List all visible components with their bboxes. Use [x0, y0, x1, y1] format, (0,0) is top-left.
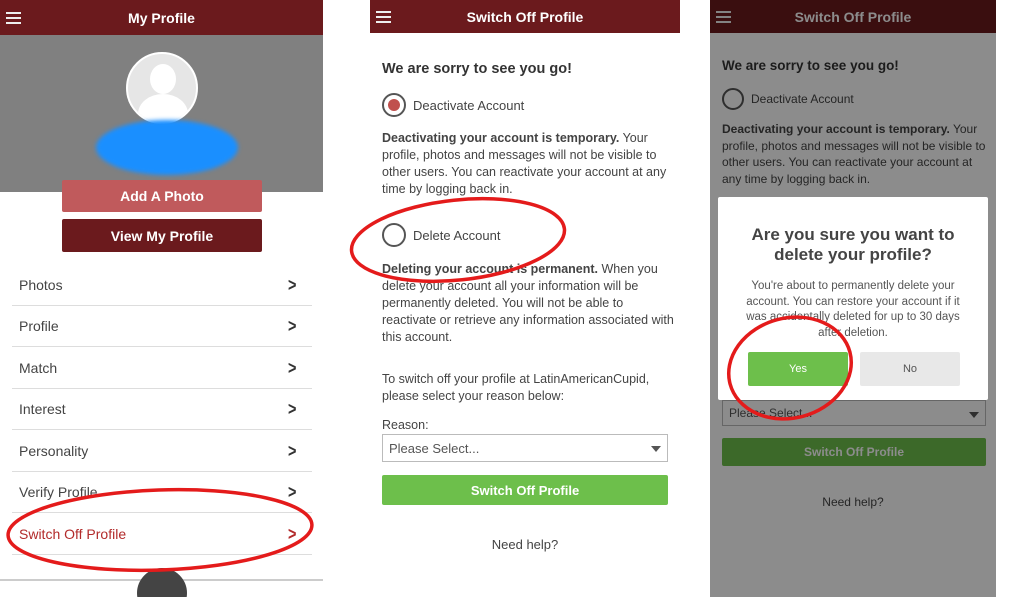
deactivate-radio[interactable] [382, 93, 406, 117]
menu-item-switch-off-profile[interactable]: Switch Off Profile > [12, 514, 312, 555]
deactivate-bold: Deactivating your account is temporary. [382, 131, 620, 145]
reason-select[interactable]: Please Select... [382, 434, 668, 462]
chevron-right-icon: > [288, 398, 297, 419]
reason-value: Please Select... [389, 440, 480, 456]
delete-bold: Deleting your account is permanent. [382, 262, 599, 276]
view-profile-button[interactable]: View My Profile [62, 219, 262, 252]
deactivate-label: Deactivate Account [413, 98, 525, 113]
reason-label: Reason: [382, 418, 429, 432]
menu-item-photos[interactable]: Photos > [12, 265, 312, 306]
chevron-right-icon: > [288, 481, 297, 502]
header: My Profile [0, 0, 323, 35]
redacted-name [96, 120, 238, 175]
chevron-right-icon: > [288, 315, 297, 336]
no-button[interactable]: No [860, 352, 960, 386]
item-label: Profile [19, 318, 59, 334]
menu-item-verify-profile[interactable]: Verify Profile > [12, 472, 312, 513]
dialog-title: Are you sure you want to delete your pro… [751, 225, 955, 264]
menu-item-interest[interactable]: Interest > [12, 389, 312, 430]
instructions: To switch off your profile at LatinAmeri… [382, 372, 650, 403]
scroll-button[interactable] [137, 568, 187, 597]
dropdown-icon [651, 446, 661, 457]
chevron-right-icon: > [288, 523, 297, 544]
menu-item-personality[interactable]: Personality > [12, 431, 312, 472]
chevron-right-icon: > [288, 440, 297, 461]
page-title: My Profile [128, 9, 195, 26]
delete-description: Deleting your account is permanent. When… [382, 261, 674, 346]
deactivate-description: Deactivating your account is temporary. … [382, 130, 672, 198]
menu-icon[interactable] [6, 9, 21, 27]
page-title: Switch Off Profile [466, 8, 584, 25]
confirm-dialog: Are you sure you want to delete your pro… [718, 197, 988, 400]
delete-label: Delete Account [413, 228, 501, 243]
heading: We are sorry to see you go! [382, 61, 572, 77]
yes-button[interactable]: Yes [748, 352, 848, 386]
delete-radio[interactable] [382, 223, 406, 247]
screen-switch-off: Switch Off Profile We are sorry to see y… [370, 0, 680, 597]
item-label: Personality [19, 443, 89, 459]
item-label: Match [19, 360, 58, 376]
item-label: Switch Off Profile [19, 526, 127, 542]
item-label: Verify Profile [19, 484, 98, 500]
need-help-link[interactable]: Need help? [370, 537, 680, 552]
screen-my-profile: My Profile Add A Photo View My Profile P… [0, 0, 323, 597]
screen-confirm-delete: Switch Off Profile We are sorry to see y… [710, 0, 996, 597]
dialog-message: You're about to permanently delete your … [746, 280, 960, 339]
avatar[interactable] [126, 52, 198, 124]
add-photo-button[interactable]: Add A Photo [62, 180, 262, 212]
item-label: Interest [19, 401, 66, 417]
switch-off-button[interactable]: Switch Off Profile [382, 475, 668, 505]
menu-item-match[interactable]: Match > [12, 348, 312, 389]
chevron-right-icon: > [288, 274, 297, 295]
menu-icon[interactable] [376, 8, 391, 26]
item-label: Photos [19, 277, 63, 293]
header: Switch Off Profile [370, 0, 680, 33]
chevron-right-icon: > [288, 357, 297, 378]
menu-item-profile[interactable]: Profile > [12, 306, 312, 347]
